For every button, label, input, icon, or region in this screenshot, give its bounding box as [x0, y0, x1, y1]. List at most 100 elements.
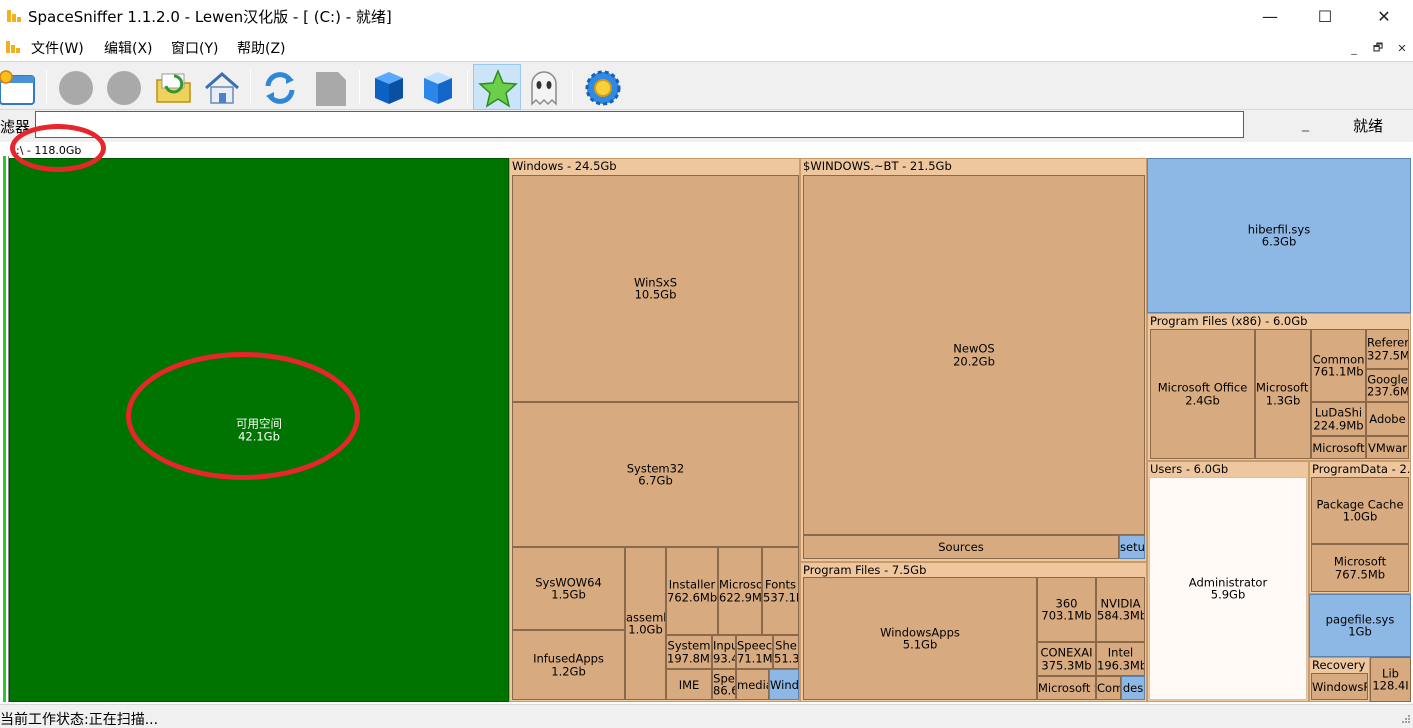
refresh-icon[interactable]	[260, 68, 300, 108]
tile-microsoft-x86[interactable]: Microsoft	[1311, 436, 1366, 459]
tile-360[interactable]: 360 703.1Mb	[1037, 577, 1096, 642]
tile-package-cache[interactable]: Package Cache 1.0Gb	[1311, 477, 1409, 544]
resize-grip-icon[interactable]	[1398, 713, 1411, 726]
toolbar	[0, 61, 1413, 110]
open-folder-icon[interactable]	[154, 68, 194, 108]
new-window-icon[interactable]	[0, 68, 38, 108]
tile-infusedapps[interactable]: InfusedApps 1.2Gb	[512, 630, 625, 700]
tile-label: She 51.3	[774, 639, 798, 665]
tile-label: Com	[1097, 681, 1120, 695]
status-text: 当前工作状态:正在扫描...	[0, 712, 159, 728]
tile-label: Installer 762.6Mb	[667, 578, 717, 604]
menu-window[interactable]: 窗口(Y)	[171, 38, 218, 58]
toolbar-separator	[250, 70, 251, 104]
tile-shell[interactable]: She 51.3	[773, 635, 799, 669]
ghost-icon[interactable]	[524, 68, 564, 108]
toolbar-separator	[359, 70, 360, 104]
tile-common[interactable]: Com	[1096, 676, 1121, 700]
tile-hiberfil-file[interactable]: hiberfil.sys 6.3Gb	[1147, 158, 1411, 313]
filter-underscore: _	[1302, 116, 1309, 132]
tile-label: 360 703.1Mb	[1041, 597, 1092, 622]
tile-label: Microsoi 622.9M	[719, 578, 761, 604]
tile-inputmethod[interactable]: Inpu 93.4	[712, 635, 736, 669]
tile-nvidia[interactable]: NVIDIA 584.3Mb	[1096, 577, 1145, 642]
tile-systemapps[interactable]: System 197.8Mb	[666, 635, 712, 669]
tile-label: System32 6.7Gb	[626, 462, 685, 487]
tile-desktop-file[interactable]: des	[1121, 676, 1145, 700]
filter-input[interactable]	[35, 111, 1244, 138]
tile-label: Wind	[770, 678, 798, 691]
tile-assembly[interactable]: assemb 1.0Gb	[625, 547, 666, 700]
disabled-page-icon[interactable]	[310, 68, 350, 108]
tile-microsoft[interactable]: Microsoi 622.9M	[718, 547, 762, 635]
tile-fonts[interactable]: Fonts 537.1N	[762, 547, 799, 635]
tile-label: Fonts 537.1N	[763, 578, 798, 604]
tile-winsxs[interactable]: WinSxS 10.5Gb	[512, 175, 799, 402]
tile-label: VMwar	[1368, 441, 1407, 454]
tile-speech[interactable]: Speec 71.1M	[736, 635, 773, 669]
tile-newos[interactable]: NewOS 20.2Gb	[803, 175, 1145, 535]
tile-label: WindowsR	[1312, 680, 1367, 693]
tile-pagefile-file[interactable]: pagefile.sys 1Gb	[1309, 594, 1411, 657]
tile-common-x86[interactable]: Common 761.1Mb	[1311, 329, 1366, 402]
tile-microsoft-s[interactable]: Microsoft S	[1037, 676, 1096, 700]
tile-adobe[interactable]: Adobe	[1366, 402, 1409, 436]
menu-edit[interactable]: 编辑(X)	[104, 38, 153, 58]
tile-syswow64[interactable]: SysWOW64 1.5Gb	[512, 547, 625, 630]
tile-windowsapps[interactable]: WindowsApps 5.1Gb	[803, 577, 1037, 700]
close-button[interactable]: ✕	[1361, 0, 1407, 33]
mdi-restore-button[interactable]: 🗗	[1369, 39, 1387, 57]
filter-label: 滤器	[0, 118, 31, 136]
window-title: SpaceSniffer 1.1.2.0 - Lewen汉化版 - [ (C:)…	[28, 8, 392, 26]
mdi-minimize-button[interactable]: _	[1345, 39, 1363, 57]
tile-reference[interactable]: Referer 327.5M	[1366, 329, 1409, 369]
menu-file[interactable]: 文件(W)	[31, 38, 84, 58]
tile-installer[interactable]: Installer 762.6Mb	[666, 547, 718, 635]
star-button[interactable]	[473, 64, 521, 110]
disabled-circle-icon[interactable]	[104, 68, 144, 108]
cube-dark-icon[interactable]	[369, 68, 409, 108]
tile-label: NewOS 20.2Gb	[953, 342, 995, 368]
tile-label: Microsoft S	[1038, 681, 1095, 695]
tile-label: Intel 196.3Mb	[1097, 646, 1144, 672]
tile-wind-file[interactable]: Wind	[769, 669, 799, 700]
maximize-button[interactable]: ☐	[1302, 0, 1348, 33]
tile-lib[interactable]: Lib 128.4I	[1370, 657, 1411, 702]
root-drive-label[interactable]: :\ - 118.0Gb	[16, 144, 81, 157]
tile-speech2[interactable]: Spe 86.6	[712, 669, 736, 700]
cube-light-icon[interactable]	[418, 68, 458, 108]
tile-label: Sources	[938, 540, 984, 554]
tile-windowsre[interactable]: WindowsR	[1311, 673, 1368, 700]
tile-microsoft-office[interactable]: Microsoft Office 2.4Gb	[1150, 329, 1255, 459]
home-icon[interactable]	[202, 68, 242, 108]
filter-bar: 滤器 _ 就绪	[0, 110, 1413, 142]
tile-sources[interactable]: Sources	[803, 535, 1119, 559]
tile-ime[interactable]: IME	[666, 669, 712, 700]
tile-ludashi[interactable]: LuDaShi 224.9Mb	[1311, 402, 1366, 436]
tile-label: assemb 1.0Gb	[626, 611, 665, 636]
tile-system32[interactable]: System32 6.7Gb	[512, 402, 799, 547]
tile-administrator[interactable]: Administrator 5.9Gb	[1149, 477, 1307, 700]
tile-media[interactable]: media	[736, 669, 769, 700]
free-space-tile[interactable]: 可用空间 42.1Gb	[9, 158, 509, 702]
status-bar: 当前工作状态:正在扫描...	[0, 704, 1413, 728]
tile-google[interactable]: Google 237.6M	[1366, 369, 1409, 402]
tile-label: Inpu 93.4	[713, 639, 735, 665]
tile-label: Administrator 5.9Gb	[1188, 576, 1268, 601]
tile-label: Speec 71.1M	[737, 639, 772, 665]
tile-conexant[interactable]: CONEXAI 375.3Mb	[1037, 642, 1096, 676]
menu-help[interactable]: 帮助(Z)	[237, 38, 286, 58]
tile-label: pagefile.sys 1Gb	[1325, 613, 1395, 638]
minimize-button[interactable]: —	[1247, 0, 1293, 33]
toolbar-separator	[467, 70, 468, 104]
tile-label: LuDaShi 224.9Mb	[1313, 406, 1364, 432]
folder-recovery-header: Recovery -	[1312, 658, 1370, 672]
mdi-close-button[interactable]: ✕	[1393, 39, 1411, 57]
disabled-circle-icon[interactable]	[56, 68, 96, 108]
tile-vmware[interactable]: VMwar	[1366, 436, 1409, 459]
settings-gear-icon[interactable]	[583, 68, 623, 108]
tile-intel[interactable]: Intel 196.3Mb	[1096, 642, 1145, 676]
tile-microsoft-programdata[interactable]: Microsoft 767.5Mb	[1311, 544, 1409, 592]
tile-setup-file[interactable]: setu	[1119, 535, 1145, 559]
tile-microsoft-v[interactable]: Microsoft V 1.3Gb	[1255, 329, 1311, 459]
